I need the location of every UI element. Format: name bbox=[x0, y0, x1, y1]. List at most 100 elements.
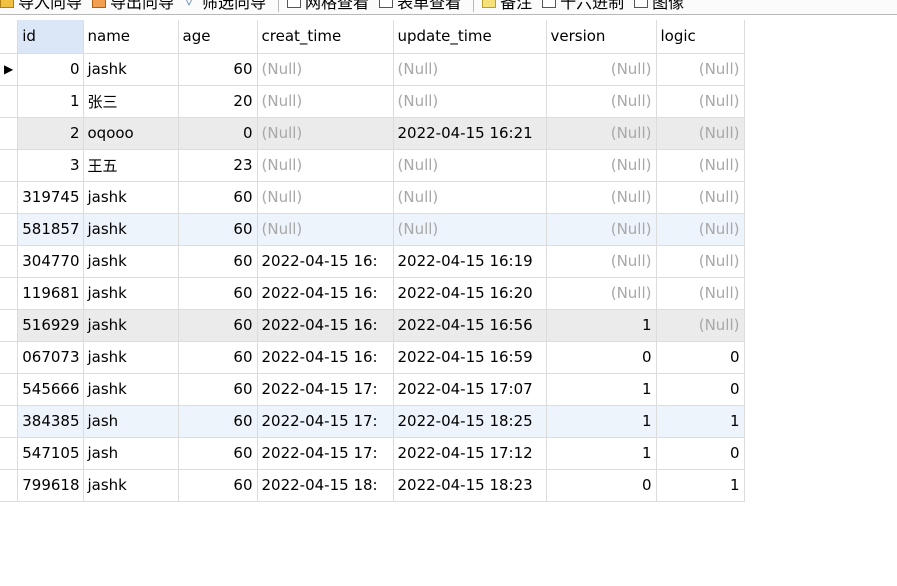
column-header-logic[interactable]: logic bbox=[656, 20, 745, 54]
cell-logic[interactable]: 1 bbox=[656, 405, 745, 438]
row-indicator[interactable] bbox=[0, 437, 19, 470]
row-indicator[interactable] bbox=[0, 85, 19, 118]
table-row[interactable]: 1 张三 20 (Null) (Null) (Null) (Null) bbox=[0, 85, 745, 118]
toolbar-button-hex[interactable]: 十六进制 bbox=[542, 0, 624, 13]
cell-update-time[interactable]: 2022-04-15 16:19 bbox=[393, 245, 547, 278]
cell-age[interactable]: 60 bbox=[178, 405, 258, 438]
cell-creat-time[interactable]: (Null) bbox=[257, 117, 394, 150]
cell-logic[interactable]: 0 bbox=[656, 437, 745, 470]
cell-age[interactable]: 60 bbox=[178, 181, 258, 214]
row-indicator[interactable] bbox=[0, 341, 19, 374]
cell-version[interactable]: (Null) bbox=[546, 149, 657, 182]
cell-update-time[interactable]: (Null) bbox=[393, 181, 547, 214]
cell-update-time[interactable]: 2022-04-15 18:25 bbox=[393, 405, 547, 438]
cell-version[interactable]: 0 bbox=[546, 469, 657, 502]
cell-age[interactable]: 60 bbox=[178, 245, 258, 278]
cell-update-time[interactable]: 2022-04-15 18:23 bbox=[393, 469, 547, 502]
cell-version[interactable]: 1 bbox=[546, 309, 657, 342]
cell-creat-time[interactable]: 2022-04-15 16: bbox=[257, 309, 394, 342]
cell-age[interactable]: 60 bbox=[178, 469, 258, 502]
cell-id[interactable]: 545666 bbox=[17, 373, 84, 406]
table-row[interactable]: 119681 jashk 60 2022-04-15 16: 2022-04-15 16… bbox=[0, 277, 745, 310]
cell-creat-time[interactable]: 2022-04-15 17: bbox=[257, 405, 394, 438]
cell-logic[interactable]: (Null) bbox=[656, 85, 745, 118]
toolbar-button-import[interactable]: 导入向导 bbox=[0, 0, 82, 13]
cell-version[interactable]: (Null) bbox=[546, 213, 657, 246]
row-indicator[interactable] bbox=[0, 309, 19, 342]
cell-update-time[interactable]: 2022-04-15 16:56 bbox=[393, 309, 547, 342]
cell-id[interactable]: 547105 bbox=[17, 437, 84, 470]
cell-update-time[interactable]: (Null) bbox=[393, 53, 547, 86]
row-indicator[interactable] bbox=[0, 469, 19, 502]
cell-creat-time[interactable]: (Null) bbox=[257, 213, 394, 246]
cell-id[interactable]: 067073 bbox=[17, 341, 84, 374]
cell-name[interactable]: jashk bbox=[83, 181, 179, 214]
cell-name[interactable]: jashk bbox=[83, 309, 179, 342]
cell-logic[interactable]: (Null) bbox=[656, 53, 745, 86]
column-header-age[interactable]: age bbox=[178, 20, 258, 54]
table-row[interactable]: 3 王五 23 (Null) (Null) (Null) (Null) bbox=[0, 149, 745, 182]
cell-creat-time[interactable]: (Null) bbox=[257, 181, 394, 214]
cell-id[interactable]: 516929 bbox=[17, 309, 84, 342]
column-header-version[interactable]: version bbox=[546, 20, 657, 54]
cell-version[interactable]: 1 bbox=[546, 405, 657, 438]
table-row[interactable]: 581857 jashk 60 (Null) (Null) (Null) (Null) bbox=[0, 213, 745, 246]
table-row[interactable]: 547105 jash 60 2022-04-15 17: 2022-04-15 17:… bbox=[0, 437, 745, 470]
cell-update-time[interactable]: (Null) bbox=[393, 149, 547, 182]
toolbar-button-filter[interactable]: ▽ 筛选向导 bbox=[184, 0, 266, 13]
cell-logic[interactable]: (Null) bbox=[656, 117, 745, 150]
cell-creat-time[interactable]: 2022-04-15 16: bbox=[257, 245, 394, 278]
cell-logic[interactable]: (Null) bbox=[656, 309, 745, 342]
cell-age[interactable]: 23 bbox=[178, 149, 258, 182]
cell-logic[interactable]: (Null) bbox=[656, 181, 745, 214]
cell-id[interactable]: 1 bbox=[17, 85, 84, 118]
column-header-id[interactable]: id bbox=[17, 20, 84, 54]
cell-age[interactable]: 60 bbox=[178, 53, 258, 86]
table-row[interactable]: 545666 jashk 60 2022-04-15 17: 2022-04-15 17… bbox=[0, 373, 745, 406]
row-indicator[interactable] bbox=[0, 405, 19, 438]
cell-id[interactable]: 2 bbox=[17, 117, 84, 150]
cell-id[interactable]: 3 bbox=[17, 149, 84, 182]
cell-id[interactable]: 799618 bbox=[17, 469, 84, 502]
cell-version[interactable]: 1 bbox=[546, 373, 657, 406]
cell-name[interactable]: jash bbox=[83, 437, 179, 470]
row-indicator[interactable] bbox=[0, 245, 19, 278]
cell-creat-time[interactable]: (Null) bbox=[257, 53, 394, 86]
cell-update-time[interactable]: (Null) bbox=[393, 85, 547, 118]
row-indicator[interactable] bbox=[0, 213, 19, 246]
cell-creat-time[interactable]: 2022-04-15 17: bbox=[257, 373, 394, 406]
cell-name[interactable]: oqooo bbox=[83, 117, 179, 150]
column-header-name[interactable]: name bbox=[83, 20, 179, 54]
cell-age[interactable]: 60 bbox=[178, 213, 258, 246]
cell-name[interactable]: jashk bbox=[83, 373, 179, 406]
cell-name[interactable]: jashk bbox=[83, 245, 179, 278]
column-header-creat-time[interactable]: creat_time bbox=[257, 20, 394, 54]
table-row[interactable]: 2 oqooo 0 (Null) 2022-04-15 16:21 (Null) (Null… bbox=[0, 117, 745, 150]
cell-id[interactable]: 0 bbox=[17, 53, 84, 86]
cell-version[interactable]: (Null) bbox=[546, 53, 657, 86]
row-indicator[interactable]: ▶ bbox=[0, 53, 19, 86]
cell-creat-time[interactable]: 2022-04-15 16: bbox=[257, 277, 394, 310]
cell-logic[interactable]: (Null) bbox=[656, 277, 745, 310]
cell-update-time[interactable]: (Null) bbox=[393, 213, 547, 246]
cell-logic[interactable]: 0 bbox=[656, 373, 745, 406]
cell-id[interactable]: 384385 bbox=[17, 405, 84, 438]
cell-creat-time[interactable]: 2022-04-15 16: bbox=[257, 341, 394, 374]
cell-version[interactable]: (Null) bbox=[546, 117, 657, 150]
cell-update-time[interactable]: 2022-04-15 17:12 bbox=[393, 437, 547, 470]
table-row[interactable]: 384385 jash 60 2022-04-15 17: 2022-04-15 18:… bbox=[0, 405, 745, 438]
cell-age[interactable]: 60 bbox=[178, 373, 258, 406]
cell-update-time[interactable]: 2022-04-15 16:20 bbox=[393, 277, 547, 310]
cell-name[interactable]: jashk bbox=[83, 213, 179, 246]
cell-logic[interactable]: (Null) bbox=[656, 245, 745, 278]
toolbar-button-grid-view[interactable]: 网格查看 bbox=[287, 0, 369, 13]
cell-logic[interactable]: 1 bbox=[656, 469, 745, 502]
table-row[interactable]: 304770 jashk 60 2022-04-15 16: 2022-04-15 16… bbox=[0, 245, 745, 278]
table-row[interactable]: 516929 jashk 60 2022-04-15 16: 2022-04-15 16… bbox=[0, 309, 745, 342]
cell-logic[interactable]: (Null) bbox=[656, 213, 745, 246]
cell-age[interactable]: 60 bbox=[178, 309, 258, 342]
cell-name[interactable]: jash bbox=[83, 405, 179, 438]
cell-name[interactable]: jashk bbox=[83, 53, 179, 86]
cell-update-time[interactable]: 2022-04-15 16:59 bbox=[393, 341, 547, 374]
row-indicator[interactable] bbox=[0, 181, 19, 214]
